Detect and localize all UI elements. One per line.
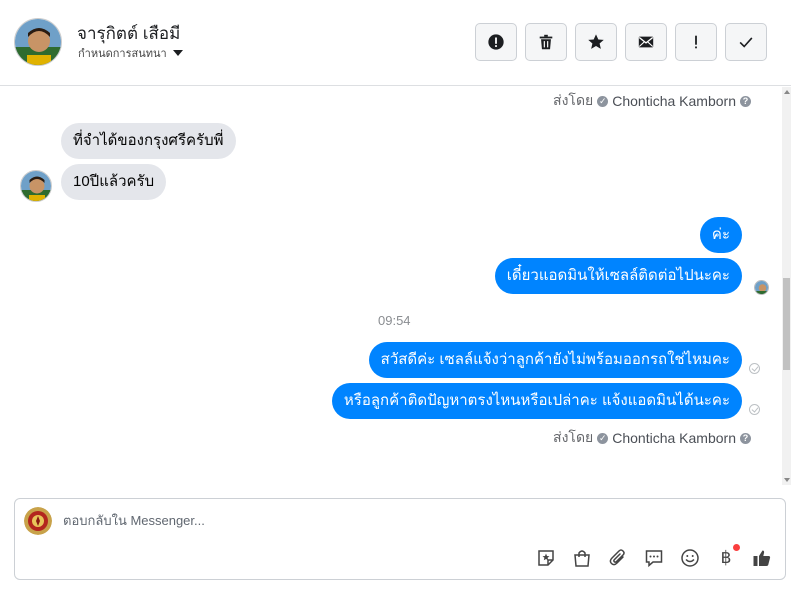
shop-button[interactable] (571, 547, 593, 569)
contact-avatar[interactable] (14, 18, 62, 66)
composer-tools: ฿ (535, 544, 773, 569)
report-spam-button[interactable] (475, 23, 517, 61)
outgoing-message[interactable]: สวัสดีค่ะ เซลล์แจ้งว่าลูกค้ายังไม่พร้อมอ… (368, 342, 742, 378)
sticker-icon (538, 550, 554, 566)
scroll-down-arrow-icon[interactable] (784, 478, 790, 482)
sent-by-label: ส่งโดย (553, 429, 594, 445)
payment-button[interactable]: ฿ (715, 544, 740, 569)
help-icon[interactable]: ? (740, 432, 751, 444)
delete-button[interactable] (525, 23, 567, 61)
scrollbar-thumb[interactable] (783, 278, 790, 370)
page-avatar (24, 507, 52, 535)
scroll-up-arrow-icon[interactable] (784, 90, 790, 94)
sent-by-label: ส่งโดย (553, 92, 594, 108)
sent-by-name[interactable]: Chonticha Kamborn (612, 93, 736, 109)
reply-composer: ฿ (14, 498, 786, 580)
conversation-header: จารุกิตต์ เสือมี กำหนดการสนทนา (0, 0, 791, 86)
caret-down-icon (172, 50, 183, 56)
mark-unread-button[interactable] (625, 23, 667, 61)
message-timestamp: 09:54 (378, 313, 411, 328)
saved-reply-icon (645, 550, 663, 568)
reply-input[interactable] (63, 513, 563, 528)
mark-done-button[interactable] (725, 23, 767, 61)
emoji-button[interactable] (679, 547, 701, 569)
delivered-check-icon (749, 404, 760, 415)
saved-reply-button[interactable] (643, 547, 665, 569)
verified-icon: ✓ (597, 432, 609, 444)
exclamation-circle-icon (488, 34, 504, 50)
priority-button[interactable] (675, 23, 717, 61)
header-actions (475, 23, 767, 61)
message-thread[interactable]: ส่งโดย ✓ Chonticha Kamborn ? ที่จำได้ของ… (0, 87, 782, 485)
notification-dot (733, 544, 740, 551)
delivered-check-icon (749, 363, 760, 374)
contact-name[interactable]: จารุกิตต์ เสือมี (77, 20, 180, 47)
conversation-settings-dropdown[interactable]: กำหนดการสนทนา (78, 44, 183, 62)
like-icon (753, 550, 771, 566)
attach-button[interactable] (607, 547, 629, 569)
exclamation-icon (695, 35, 697, 49)
incoming-message[interactable]: 10ปีแล้วครับ (61, 164, 167, 200)
star-icon (588, 34, 604, 49)
contact-avatar-small[interactable] (20, 170, 52, 202)
help-icon[interactable]: ? (740, 95, 751, 107)
envelope-icon (638, 36, 654, 48)
outgoing-message[interactable]: หรือลูกค้าติดปัญหาตรงไหนหรือเปล่าคะ แจ้ง… (331, 383, 742, 419)
outgoing-message[interactable]: ค่ะ (699, 217, 742, 253)
incoming-message[interactable]: ที่จำได้ของกรุงศรีครับพี่ (61, 123, 236, 159)
sent-by-row: ส่งโดย ✓ Chonticha Kamborn ? (553, 90, 751, 112)
sent-by-row: ส่งโดย ✓ Chonticha Kamborn ? (553, 427, 751, 449)
outgoing-message[interactable]: เดี๋ยวแอดมินให้เซลล์ติดต่อไปนะคะ (494, 258, 742, 294)
emoji-icon (681, 549, 699, 567)
payment-icon: ฿ (720, 548, 732, 568)
paperclip-icon (609, 549, 625, 566)
conversation-settings-label: กำหนดการสนทนา (78, 48, 167, 60)
like-button[interactable] (751, 547, 773, 569)
verified-icon: ✓ (597, 95, 609, 107)
sent-by-name[interactable]: Chonticha Kamborn (612, 430, 736, 446)
seen-by-avatar (754, 280, 769, 295)
star-button[interactable] (575, 23, 617, 61)
sticker-button[interactable] (535, 547, 557, 569)
trash-icon (539, 34, 553, 50)
checkmark-icon (739, 37, 753, 48)
shopping-bag-icon (574, 550, 590, 567)
